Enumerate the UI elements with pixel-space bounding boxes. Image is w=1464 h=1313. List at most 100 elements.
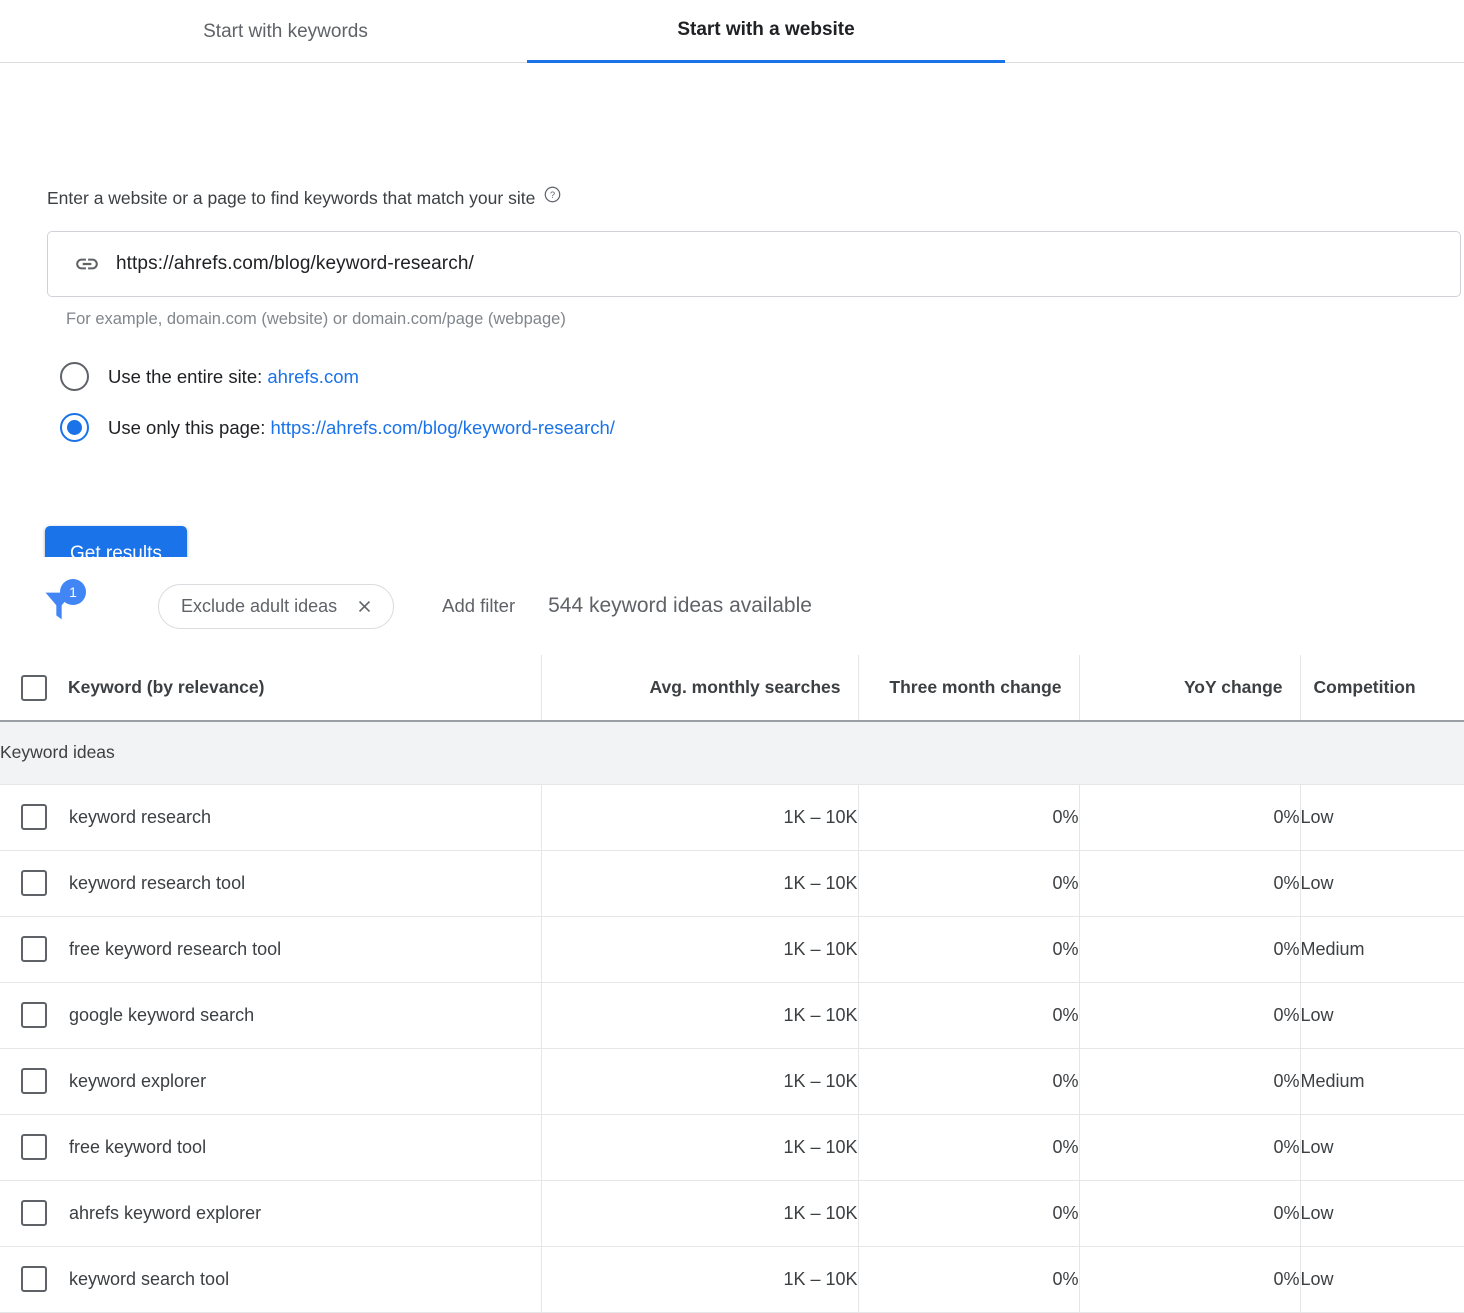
filter-funnel-icon[interactable]: 1 [36,583,82,629]
table-row[interactable]: keyword research1K – 10K0%0%Low [0,784,1464,850]
cell-three-month-change: 0% [858,1048,1079,1114]
group-row-label: Keyword ideas [0,721,1464,784]
website-url-value: https://ahrefs.com/blog/keyword-research… [116,253,474,275]
website-field-label: Enter a website or a page to find keywor… [47,188,561,209]
keyword-ideas-count: 544 keyword ideas available [548,594,812,618]
radio-entire-site-label: Use the entire site: [108,366,267,387]
filter-chip-label: Exclude adult ideas [181,596,337,617]
cell-three-month-change: 0% [858,784,1079,850]
tab-label: Start with a website [677,19,854,41]
radio-entire-site-link[interactable]: ahrefs.com [267,366,359,387]
radio-use-only-this-page[interactable]: Use only this page: https://ahrefs.com/b… [60,413,615,442]
cell-competition: Low [1300,1180,1464,1246]
tab-label: Start with keywords [203,21,368,43]
tab-bar: Start with keywords Start with a website [0,0,1464,63]
row-checkbox[interactable] [21,1134,47,1160]
table-group-header: Keyword ideas [0,721,1464,784]
svg-text:?: ? [550,190,555,200]
cell-three-month-change: 0% [858,1114,1079,1180]
cell-avg-monthly-searches: 1K – 10K [541,784,858,850]
cell-competition: Medium [1300,916,1464,982]
cell-keyword: google keyword search [0,982,541,1048]
cell-three-month-change: 0% [858,916,1079,982]
cell-keyword: keyword research [0,784,541,850]
keyword-ideas-table: Keyword (by relevance) Avg. monthly sear… [0,655,1464,1313]
row-checkbox[interactable] [21,1068,47,1094]
radio-use-entire-site[interactable]: Use the entire site: ahrefs.com [60,362,359,391]
website-url-input[interactable]: https://ahrefs.com/blog/keyword-research… [47,231,1461,297]
row-checkbox[interactable] [21,936,47,962]
add-filter-button[interactable]: Add filter [442,595,515,617]
filter-bar: 1 Exclude adult ideas Add filter 544 key… [0,557,1464,655]
cell-avg-monthly-searches: 1K – 10K [541,850,858,916]
radio-only-page-link[interactable]: https://ahrefs.com/blog/keyword-research… [270,417,614,438]
cell-competition: Medium [1300,1048,1464,1114]
website-input-hint: For example, domain.com (website) or dom… [66,310,566,329]
cell-avg-monthly-searches: 1K – 10K [541,916,858,982]
tab-start-with-keywords[interactable]: Start with keywords [143,0,428,63]
cell-yoy-change: 0% [1079,982,1300,1048]
keyword-text: keyword search tool [69,1269,229,1290]
cell-keyword: keyword explorer [0,1048,541,1114]
column-header-three-month-change[interactable]: Three month change [858,655,1079,721]
column-header-keyword[interactable]: Keyword (by relevance) [0,655,541,721]
keyword-text: free keyword tool [69,1137,206,1158]
cell-keyword: free keyword research tool [0,916,541,982]
cell-three-month-change: 0% [858,982,1079,1048]
filter-count-badge: 1 [60,579,86,605]
keyword-text: google keyword search [69,1005,254,1026]
table-header: Keyword (by relevance) Avg. monthly sear… [0,655,1464,721]
row-checkbox[interactable] [21,1200,47,1226]
cell-keyword: free keyword tool [0,1114,541,1180]
row-checkbox[interactable] [21,1002,47,1028]
cell-keyword: keyword search tool [0,1246,541,1312]
column-header-keyword-label: Keyword (by relevance) [68,677,264,698]
cell-competition: Low [1300,784,1464,850]
cell-yoy-change: 0% [1079,784,1300,850]
cell-avg-monthly-searches: 1K – 10K [541,982,858,1048]
cell-competition: Low [1300,850,1464,916]
table-row[interactable]: keyword research tool1K – 10K0%0%Low [0,850,1464,916]
table-row[interactable]: keyword search tool1K – 10K0%0%Low [0,1246,1464,1312]
cell-three-month-change: 0% [858,850,1079,916]
website-field-label-text: Enter a website or a page to find keywor… [47,188,535,209]
column-header-competition[interactable]: Competition [1300,655,1464,721]
table-row[interactable]: ahrefs keyword explorer1K – 10K0%0%Low [0,1180,1464,1246]
cell-competition: Low [1300,982,1464,1048]
cell-avg-monthly-searches: 1K – 10K [541,1246,858,1312]
column-header-yoy-change[interactable]: YoY change [1079,655,1300,721]
cell-yoy-change: 0% [1079,1180,1300,1246]
filter-chip-exclude-adult-ideas[interactable]: Exclude adult ideas [158,584,394,629]
cell-competition: Low [1300,1246,1464,1312]
row-checkbox[interactable] [21,804,47,830]
cell-keyword: ahrefs keyword explorer [0,1180,541,1246]
cell-avg-monthly-searches: 1K – 10K [541,1180,858,1246]
close-icon[interactable] [355,597,374,616]
cell-yoy-change: 0% [1079,916,1300,982]
radio-only-page-label: Use only this page: [108,417,270,438]
radio-circle-icon[interactable] [60,362,89,391]
cell-avg-monthly-searches: 1K – 10K [541,1048,858,1114]
cell-three-month-change: 0% [858,1246,1079,1312]
table-body: keyword research1K – 10K0%0%Lowkeyword r… [0,784,1464,1312]
keyword-text: keyword research [69,807,211,828]
keyword-text: keyword explorer [69,1071,206,1092]
cell-three-month-change: 0% [858,1180,1079,1246]
help-circle-icon[interactable]: ? [544,186,561,203]
cell-keyword: keyword research tool [0,850,541,916]
table-row[interactable]: keyword explorer1K – 10K0%0%Medium [0,1048,1464,1114]
cell-competition: Low [1300,1114,1464,1180]
radio-circle-selected-icon[interactable] [60,413,89,442]
cell-yoy-change: 0% [1079,1114,1300,1180]
tab-start-with-a-website[interactable]: Start with a website [527,0,1005,63]
table-row[interactable]: free keyword tool1K – 10K0%0%Low [0,1114,1464,1180]
cell-yoy-change: 0% [1079,1246,1300,1312]
table-row[interactable]: google keyword search1K – 10K0%0%Low [0,982,1464,1048]
table-row[interactable]: free keyword research tool1K – 10K0%0%Me… [0,916,1464,982]
column-header-avg-monthly-searches[interactable]: Avg. monthly searches [541,655,858,721]
select-all-checkbox[interactable] [21,675,47,701]
cell-yoy-change: 0% [1079,850,1300,916]
row-checkbox[interactable] [21,1266,47,1292]
keyword-text: keyword research tool [69,873,245,894]
row-checkbox[interactable] [21,870,47,896]
